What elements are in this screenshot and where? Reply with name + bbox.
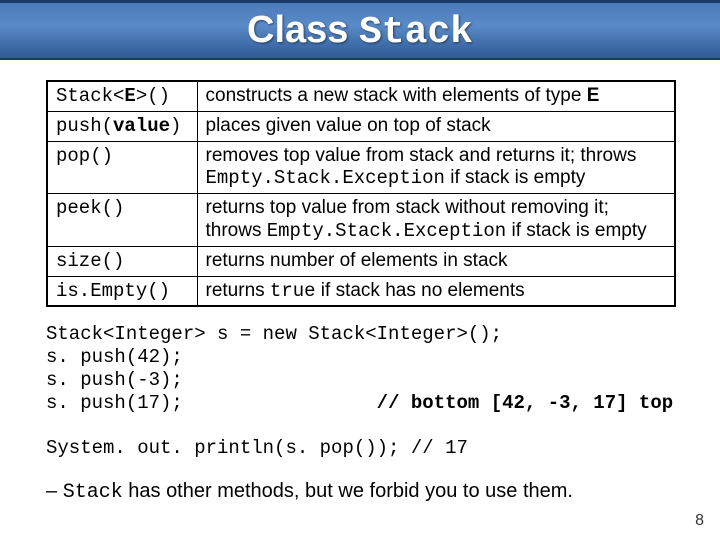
description-cell: places given value on top of stack <box>197 111 675 141</box>
description-cell: constructs a new stack with elements of … <box>197 81 675 111</box>
slide-title: Class Stack <box>0 9 720 54</box>
table-row: size()returns number of elements in stac… <box>47 246 675 276</box>
method-cell: size() <box>47 246 197 276</box>
description-cell: returns true if stack has no elements <box>197 276 675 306</box>
method-cell: pop() <box>47 141 197 194</box>
api-table-body: Stack<E>()constructs a new stack with el… <box>47 81 675 306</box>
footnote: – Stack has other methods, but we forbid… <box>46 480 690 504</box>
method-cell: is.Empty() <box>47 276 197 306</box>
table-row: peek()returns top value from stack witho… <box>47 194 675 247</box>
title-part-sans: Class <box>247 9 359 51</box>
api-table: Stack<E>()constructs a new stack with el… <box>46 80 676 307</box>
slide-header: Class Stack <box>0 0 720 60</box>
footnote-classname: Stack <box>63 481 123 504</box>
table-row: is.Empty()returns true if stack has no e… <box>47 276 675 306</box>
title-part-mono: Stack <box>359 11 473 54</box>
method-cell: Stack<E>() <box>47 81 197 111</box>
code-line: s. push(42); <box>46 346 183 368</box>
description-cell: returns number of elements in stack <box>197 246 675 276</box>
code-line: System. out. println(s. pop()); // 17 <box>46 437 468 459</box>
code-comment: // bottom [42, -3, 17] top <box>377 392 673 414</box>
table-row: Stack<E>()constructs a new stack with el… <box>47 81 675 111</box>
table-row: pop()removes top value from stack and re… <box>47 141 675 194</box>
page-number: 8 <box>695 512 704 530</box>
description-cell: returns top value from stack without rem… <box>197 194 675 247</box>
code-example: Stack<Integer> s = new Stack<Integer>();… <box>46 323 690 460</box>
code-line: Stack<Integer> s = new Stack<Integer>(); <box>46 323 502 345</box>
code-line: s. push(-3); <box>46 369 183 391</box>
method-cell: push(value) <box>47 111 197 141</box>
code-line: s. push(17); <box>46 392 183 414</box>
description-cell: removes top value from stack and returns… <box>197 141 675 194</box>
slide-content: Stack<E>()constructs a new stack with el… <box>0 60 720 504</box>
table-row: push(value)places given value on top of … <box>47 111 675 141</box>
method-cell: peek() <box>47 194 197 247</box>
